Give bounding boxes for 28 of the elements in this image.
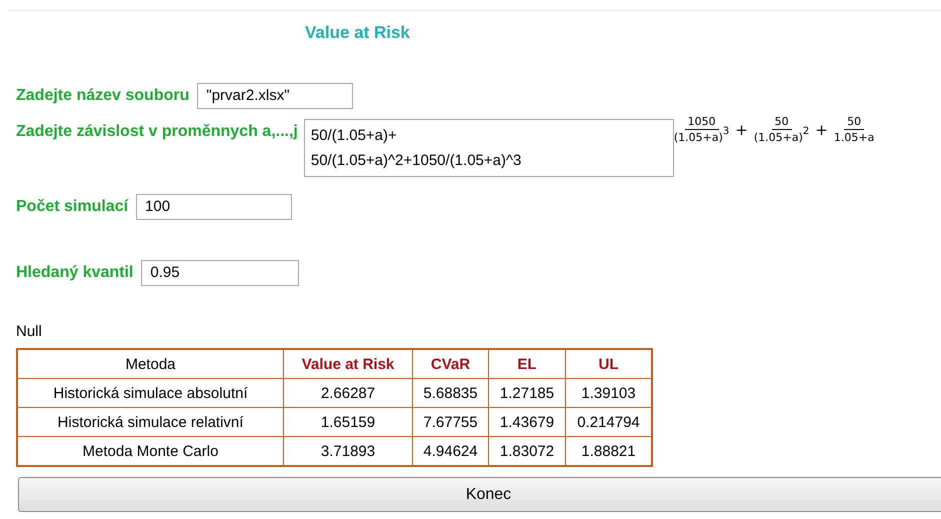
field-label: Hledaný kvantil: [16, 263, 134, 282]
column-header: EL: [488, 349, 566, 378]
plus-sign: +: [735, 120, 748, 138]
plus-sign: +: [815, 120, 828, 138]
input-field[interactable]: 100: [136, 194, 292, 220]
table-cell: 2.66287: [284, 378, 412, 408]
table-cell: Historická simulace absolutní: [17, 378, 284, 408]
field-label: Zadejte závislost v proměnnych a,...,j: [16, 122, 298, 141]
field-label: Zadejte název souboru: [16, 86, 190, 105]
page-title: Value at Risk: [305, 23, 410, 43]
table-cell: 1.27185: [488, 378, 566, 408]
status-text: Null: [16, 323, 42, 340]
table-cell: 1.65159: [284, 408, 412, 436]
input-field[interactable]: 0.95: [141, 260, 300, 286]
column-header: CVaR: [412, 349, 488, 378]
table-cell: 7.67755: [412, 408, 488, 436]
field-label: Počet simulací: [16, 197, 128, 216]
column-header: Metoda: [17, 349, 284, 378]
input-field[interactable]: "prvar2.xlsx": [197, 83, 354, 109]
table-cell: 1.43679: [488, 408, 566, 436]
fraction: 50 (1.05+a)2: [754, 115, 810, 144]
formula-text-area[interactable]: 50/(1.05+a)+ 50/(1.05+a)^2+1050/(1.05+a)^3: [304, 119, 674, 177]
table-cell: Historická simulace relativní: [17, 408, 284, 436]
end-button[interactable]: Konec: [18, 477, 941, 512]
column-header: Value at Risk: [284, 349, 412, 378]
fraction: 1050 (1.05+a)3: [674, 115, 730, 144]
fraction: 50 1.05+a: [834, 115, 874, 144]
table-cell: 5.68835: [412, 378, 488, 408]
